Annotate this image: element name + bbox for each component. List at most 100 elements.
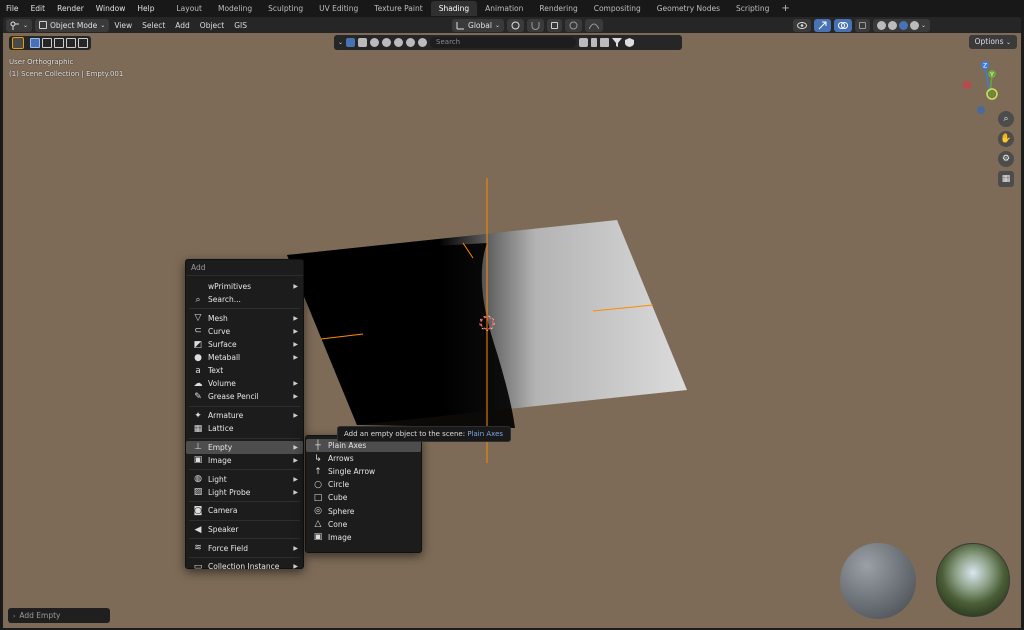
add-menu-search[interactable]: ⌕ Search... — [186, 293, 303, 306]
circle-icon: ○ — [314, 479, 322, 490]
material-preview-shading-icon[interactable] — [899, 20, 908, 30]
xray-toggle[interactable] — [855, 18, 870, 32]
add-menu-light[interactable]: ◍ Light ▶ — [186, 473, 303, 486]
add-menu-wprimitives[interactable]: wPrimitives ▶ — [186, 280, 303, 293]
add-menu-camera[interactable]: ◙ Camera — [186, 504, 303, 517]
tab-scripting[interactable]: Scripting — [728, 1, 777, 16]
tab-geometry-nodes[interactable]: Geometry Nodes — [649, 1, 728, 16]
zoom-button[interactable]: ⌕ — [998, 111, 1014, 127]
object-mode-icon — [39, 21, 48, 29]
hdri-preview-sphere — [936, 543, 1010, 617]
tab-compositing[interactable]: Compositing — [586, 1, 649, 16]
add-menu-item-label: Volume — [208, 379, 236, 389]
snap-toggle[interactable] — [527, 18, 544, 32]
cube-icon: □ — [313, 492, 323, 503]
header-menu-select[interactable]: Select — [137, 21, 170, 30]
menu-help[interactable]: Help — [131, 0, 160, 17]
add-menu-text[interactable]: a Text — [186, 364, 303, 377]
wireframe-shading-icon[interactable] — [877, 20, 886, 30]
header-menu-object[interactable]: Object — [195, 21, 229, 30]
3d-viewport[interactable]: ⌄ Search Options ⌄ User Orthographic (1)… — [3, 33, 1021, 628]
transform-orientation-dropdown[interactable]: Global ⌄ — [452, 18, 504, 32]
image-icon: ▣ — [193, 455, 203, 466]
header-menu-gis[interactable]: GIS — [229, 21, 252, 30]
add-menu-surface[interactable]: ◩ Surface ▶ — [186, 338, 303, 351]
add-menu-light-probe[interactable]: ▨ Light Probe ▶ — [186, 486, 303, 499]
add-menu-grease-pencil[interactable]: ✎ Grease Pencil ▶ — [186, 390, 303, 403]
plane-shadow-edge — [287, 243, 515, 428]
proportional-edit-toggle[interactable] — [565, 18, 582, 32]
scene-canvas[interactable] — [3, 33, 1021, 628]
empty-submenu-item-label: Plain Axes — [328, 441, 367, 451]
header-menu-add[interactable]: Add — [170, 21, 195, 30]
mesh-icon: ▽ — [194, 313, 202, 324]
add-menu: Add wPrimitives ▶ ⌕ Search... ▽ Mesh ▶ ⊂ Curve ▶ ◩… — [185, 259, 304, 572]
solid-shading-icon[interactable] — [888, 20, 897, 30]
submenu-arrow-icon: ▶ — [293, 456, 298, 464]
add-menu-image[interactable]: ▣ Image ▶ — [186, 454, 303, 467]
pan-button[interactable]: ✋ — [998, 131, 1014, 147]
add-menu-armature[interactable]: ✦ Armature ▶ — [186, 409, 303, 422]
navigation-gizmo[interactable]: Z Y — [959, 57, 1015, 117]
magnifier-icon: ⌕ — [1003, 114, 1009, 124]
tab-shading[interactable]: Shading — [430, 1, 478, 16]
visibility-dropdown[interactable] — [793, 18, 811, 32]
menu-separator — [189, 405, 300, 407]
snap-target-dropdown[interactable] — [547, 18, 562, 32]
tab-uv-editing[interactable]: UV Editing — [311, 1, 366, 16]
empty-submenu-item-label: Circle — [328, 480, 350, 490]
empty-submenu-circle[interactable]: ○ Circle — [306, 478, 421, 491]
add-menu-curve[interactable]: ⊂ Curve ▶ — [186, 325, 303, 338]
tooltip: Add an empty object to the scene: Plain … — [337, 426, 511, 442]
tab-texture-paint[interactable]: Texture Paint — [366, 1, 430, 16]
origin-handle — [988, 90, 996, 98]
add-menu-speaker[interactable]: ◀ Speaker — [186, 523, 303, 536]
menu-window[interactable]: Window — [90, 0, 132, 17]
add-menu-mesh[interactable]: ▽ Mesh ▶ — [186, 312, 303, 325]
add-workspace-button[interactable]: + — [777, 1, 793, 16]
add-menu-empty[interactable]: ⊥ Empty ▶ — [186, 440, 303, 454]
editor-type-button[interactable]: ⌄ — [6, 18, 33, 32]
blender-window: File Edit Render Window Help Layout Mode… — [0, 0, 1024, 630]
add-menu-force-field[interactable]: ≋ Force Field ▶ — [186, 542, 303, 555]
add-menu-items: wPrimitives ▶ ⌕ Search... ▽ Mesh ▶ ⊂ Curve ▶ ◩ Surf… — [186, 280, 303, 574]
empty-submenu-image[interactable]: ▣ Image — [306, 531, 421, 544]
add-menu-item-label: Armature — [208, 411, 244, 421]
add-menu-lattice[interactable]: ▦ Lattice — [186, 422, 303, 435]
tooltip-highlight: Plain Axes — [467, 430, 504, 438]
collection-instance-icon: ▭ — [193, 561, 203, 572]
rendered-shading-icon[interactable] — [910, 20, 919, 30]
last-operator-panel[interactable]: › Add Empty — [8, 608, 110, 623]
empty-submenu-cube[interactable]: □ Cube — [306, 491, 421, 504]
volume-icon: ☁ — [193, 378, 203, 389]
menu-render[interactable]: Render — [51, 0, 90, 17]
tab-animation[interactable]: Animation — [477, 1, 531, 16]
camera-icon: ◙ — [193, 505, 203, 516]
empty-submenu-arrows[interactable]: ↳ Arrows — [306, 452, 421, 465]
submenu-arrow-icon: ▶ — [293, 412, 298, 420]
mode-dropdown[interactable]: Object Mode ⌄ — [35, 18, 110, 32]
tab-rendering[interactable]: Rendering — [531, 1, 585, 16]
snap-grid-icon — [551, 21, 558, 29]
add-menu-volume[interactable]: ☁ Volume ▶ — [186, 377, 303, 390]
menu-file[interactable]: File — [0, 0, 25, 17]
add-menu-collection-instance[interactable]: ▭ Collection Instance ▶ — [186, 560, 303, 573]
falloff-dropdown[interactable] — [585, 18, 603, 32]
tab-layout[interactable]: Layout — [168, 1, 210, 16]
empty-submenu-cone[interactable]: △ Cone — [306, 518, 421, 531]
tab-sculpting[interactable]: Sculpting — [260, 1, 311, 16]
ortho-toggle-button[interactable]: ▦ — [998, 171, 1014, 187]
tab-modeling[interactable]: Modeling — [210, 1, 260, 16]
gizmo-toggle[interactable] — [814, 18, 831, 32]
overlays-toggle[interactable] — [834, 18, 852, 32]
add-menu-metaball[interactable]: ● Metaball ▶ — [186, 351, 303, 364]
camera-view-button[interactable]: ⚙ — [998, 151, 1014, 167]
header-menu-view[interactable]: View — [109, 21, 137, 30]
empty-submenu-single-arrow[interactable]: ↑ Single Arrow — [306, 465, 421, 478]
menu-edit[interactable]: Edit — [25, 0, 52, 17]
pivot-point-dropdown[interactable] — [507, 18, 524, 32]
chevron-down-icon[interactable]: ⌄ — [921, 22, 926, 29]
submenu-arrow-icon: ▶ — [293, 393, 298, 401]
empty-submenu-item-label: Image — [328, 532, 352, 542]
empty-submenu-sphere[interactable]: ◎ Sphere — [306, 504, 421, 517]
